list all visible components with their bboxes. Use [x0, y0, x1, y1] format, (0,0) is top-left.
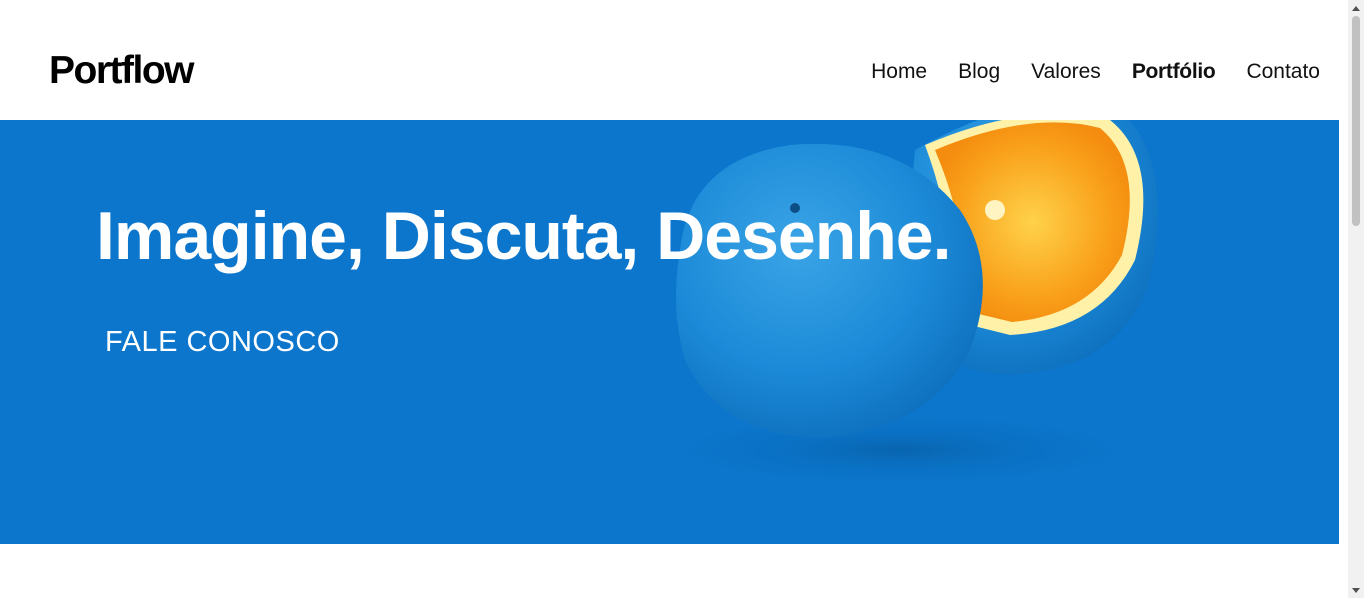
nav-home[interactable]: Home [871, 56, 927, 88]
nav-blog[interactable]: Blog [958, 56, 1000, 88]
hero-headline: Imagine, Discuta, Desenhe. [96, 198, 952, 274]
nav-contato[interactable]: Contato [1246, 56, 1320, 88]
scroll-down-arrow-icon[interactable] [1348, 582, 1364, 598]
contact-cta-link[interactable]: FALE CONOSCO [105, 324, 340, 360]
site-header: Portflow Home Blog Valores Portfólio Con… [0, 0, 1339, 120]
scrollbar-thumb[interactable] [1352, 16, 1360, 226]
nav-portfolio[interactable]: Portfólio [1132, 56, 1216, 88]
hero-banner: Imagine, Discuta, Desenhe. FALE CONOSCO [0, 120, 1339, 544]
vertical-scrollbar[interactable] [1348, 0, 1364, 598]
main-nav: Home Blog Valores Portfólio Contato [871, 56, 1320, 88]
site-logo[interactable]: Portflow [49, 46, 194, 96]
nav-valores[interactable]: Valores [1031, 56, 1101, 88]
page: Portflow Home Blog Valores Portfólio Con… [0, 0, 1348, 598]
scroll-up-arrow-icon[interactable] [1348, 0, 1364, 16]
